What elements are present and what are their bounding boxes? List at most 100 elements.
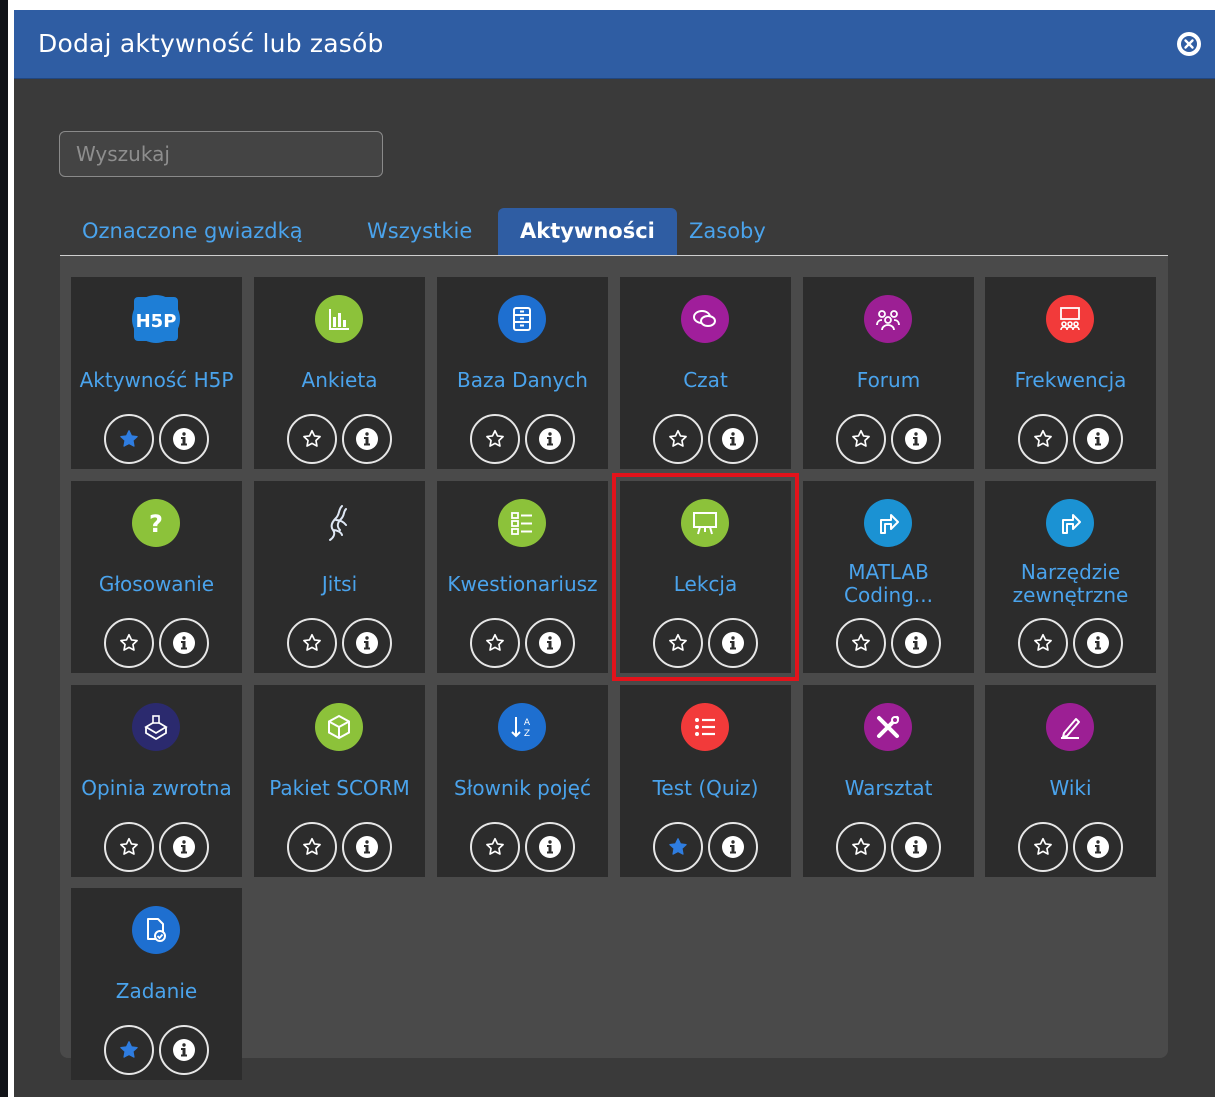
search-input[interactable] (59, 131, 383, 177)
activity-card[interactable]: Ankieta (254, 277, 425, 469)
info-icon[interactable] (1073, 618, 1123, 668)
activity-card[interactable]: Lekcja (612, 473, 799, 681)
activity-card[interactable]: Warsztat (803, 685, 974, 877)
database-cabinet-icon (498, 295, 546, 343)
activity-card[interactable]: Frekwencja (985, 277, 1156, 469)
activity-name: Ankieta (301, 367, 378, 392)
info-icon[interactable] (708, 618, 758, 668)
star-icon[interactable] (470, 414, 520, 464)
star-icon[interactable] (287, 414, 337, 464)
external-arrow-icon (1046, 499, 1094, 547)
close-icon[interactable] (1177, 32, 1201, 56)
star-icon[interactable] (836, 618, 886, 668)
activity-card[interactable]: MATLAB Coding... (803, 481, 974, 673)
activity-name: Głosowanie (98, 571, 215, 596)
activity-name: Baza Danych (457, 367, 588, 392)
info-icon[interactable] (159, 822, 209, 872)
checklist-icon (498, 499, 546, 547)
star-icon[interactable] (1018, 414, 1068, 464)
star-icon[interactable] (287, 618, 337, 668)
activity-name: Wiki (1049, 775, 1092, 800)
svg-text:Z: Z (524, 729, 530, 739)
modal-header: Dodaj aktywność lub zasób (14, 10, 1215, 79)
info-icon[interactable] (891, 414, 941, 464)
chat-bubbles-icon (681, 295, 729, 343)
activity-card[interactable]: Pakiet SCORM (254, 685, 425, 877)
activity-card[interactable]: Opinia zwrotna (71, 685, 242, 877)
activity-card[interactable]: ? Głosowanie (71, 481, 242, 673)
info-icon[interactable] (525, 822, 575, 872)
activity-card[interactable]: A Z Słownik pojęć (437, 685, 608, 877)
bar-chart-icon (315, 295, 363, 343)
activity-card[interactable]: H5P Aktywność H5P (71, 277, 242, 469)
info-icon[interactable] (342, 822, 392, 872)
tab-resources[interactable]: Zasoby (667, 208, 788, 255)
tab-activities[interactable]: Aktywności (498, 208, 677, 255)
activity-name: Narzędzie zewnętrzne (1012, 560, 1129, 607)
activity-name: Aktywność H5P (79, 367, 234, 392)
star-icon[interactable] (653, 414, 703, 464)
pencil-icon (1046, 703, 1094, 751)
star-icon[interactable] (1018, 822, 1068, 872)
activity-card[interactable]: Test (Quiz) (620, 685, 791, 877)
tab-bar: Oznaczone gwiazdką Wszystkie Aktywności … (60, 208, 1168, 257)
info-icon[interactable] (891, 618, 941, 668)
star-icon[interactable] (104, 618, 154, 668)
activity-name: Frekwencja (1014, 367, 1127, 392)
jitsi-logo-icon (315, 499, 363, 547)
list-icon (681, 703, 729, 751)
info-icon[interactable] (342, 618, 392, 668)
activity-name: Test (Quiz) (652, 775, 759, 800)
activity-name: Pakiet SCORM (269, 775, 410, 800)
star-icon[interactable] (104, 822, 154, 872)
activity-card[interactable]: Baza Danych (437, 277, 608, 469)
star-icon[interactable] (836, 822, 886, 872)
activity-name: Zadanie (115, 978, 198, 1003)
info-icon[interactable] (159, 1025, 209, 1075)
activity-name: Lekcja (673, 571, 738, 596)
svg-text:H5P: H5P (136, 311, 177, 332)
star-icon[interactable] (470, 618, 520, 668)
star-filled-icon[interactable] (104, 414, 154, 464)
background-edge (0, 0, 8, 1097)
info-icon[interactable] (159, 618, 209, 668)
tools-icon (864, 703, 912, 751)
activity-grid: H5P Aktywność H5P Ankieta Baza Danych Czat Fo… (60, 256, 1168, 1080)
activity-card[interactable]: Jitsi (254, 481, 425, 673)
info-icon[interactable] (1073, 822, 1123, 872)
activity-name: Czat (683, 367, 728, 392)
question-mark-icon: ? (132, 499, 180, 547)
tab-all[interactable]: Wszystkie (345, 208, 494, 255)
star-filled-icon[interactable] (104, 1025, 154, 1075)
activity-card[interactable]: Forum (803, 277, 974, 469)
info-icon[interactable] (1073, 414, 1123, 464)
add-activity-modal: Dodaj aktywność lub zasób Oznaczone gwia… (14, 10, 1215, 1097)
activity-name: Jitsi (321, 571, 358, 596)
activity-card[interactable]: Narzędzie zewnętrzne (985, 481, 1156, 673)
svg-text:?: ? (149, 510, 163, 538)
activity-card[interactable]: Czat (620, 277, 791, 469)
sort-az-icon: AZ (498, 703, 546, 751)
info-icon[interactable] (708, 414, 758, 464)
info-icon[interactable] (159, 414, 209, 464)
star-icon[interactable] (287, 822, 337, 872)
info-icon[interactable] (525, 414, 575, 464)
star-icon[interactable] (470, 822, 520, 872)
activity-card[interactable]: Kwestionariusz (437, 481, 608, 673)
info-icon[interactable] (342, 414, 392, 464)
activity-name: MATLAB Coding... (844, 560, 933, 607)
star-icon[interactable] (1018, 618, 1068, 668)
star-icon[interactable] (836, 414, 886, 464)
activity-card[interactable]: Wiki (985, 685, 1156, 877)
star-filled-icon[interactable] (653, 822, 703, 872)
star-icon[interactable] (653, 618, 703, 668)
info-icon[interactable] (525, 618, 575, 668)
assignment-icon (132, 906, 180, 954)
tab-starred[interactable]: Oznaczone gwiazdką (60, 208, 325, 255)
activity-card[interactable]: Zadanie (71, 888, 242, 1080)
activity-name: Słownik pojęć (454, 775, 591, 800)
info-icon[interactable] (891, 822, 941, 872)
info-icon[interactable] (708, 822, 758, 872)
activity-name: Warsztat (844, 775, 933, 800)
activity-name: Opinia zwrotna (81, 775, 232, 800)
